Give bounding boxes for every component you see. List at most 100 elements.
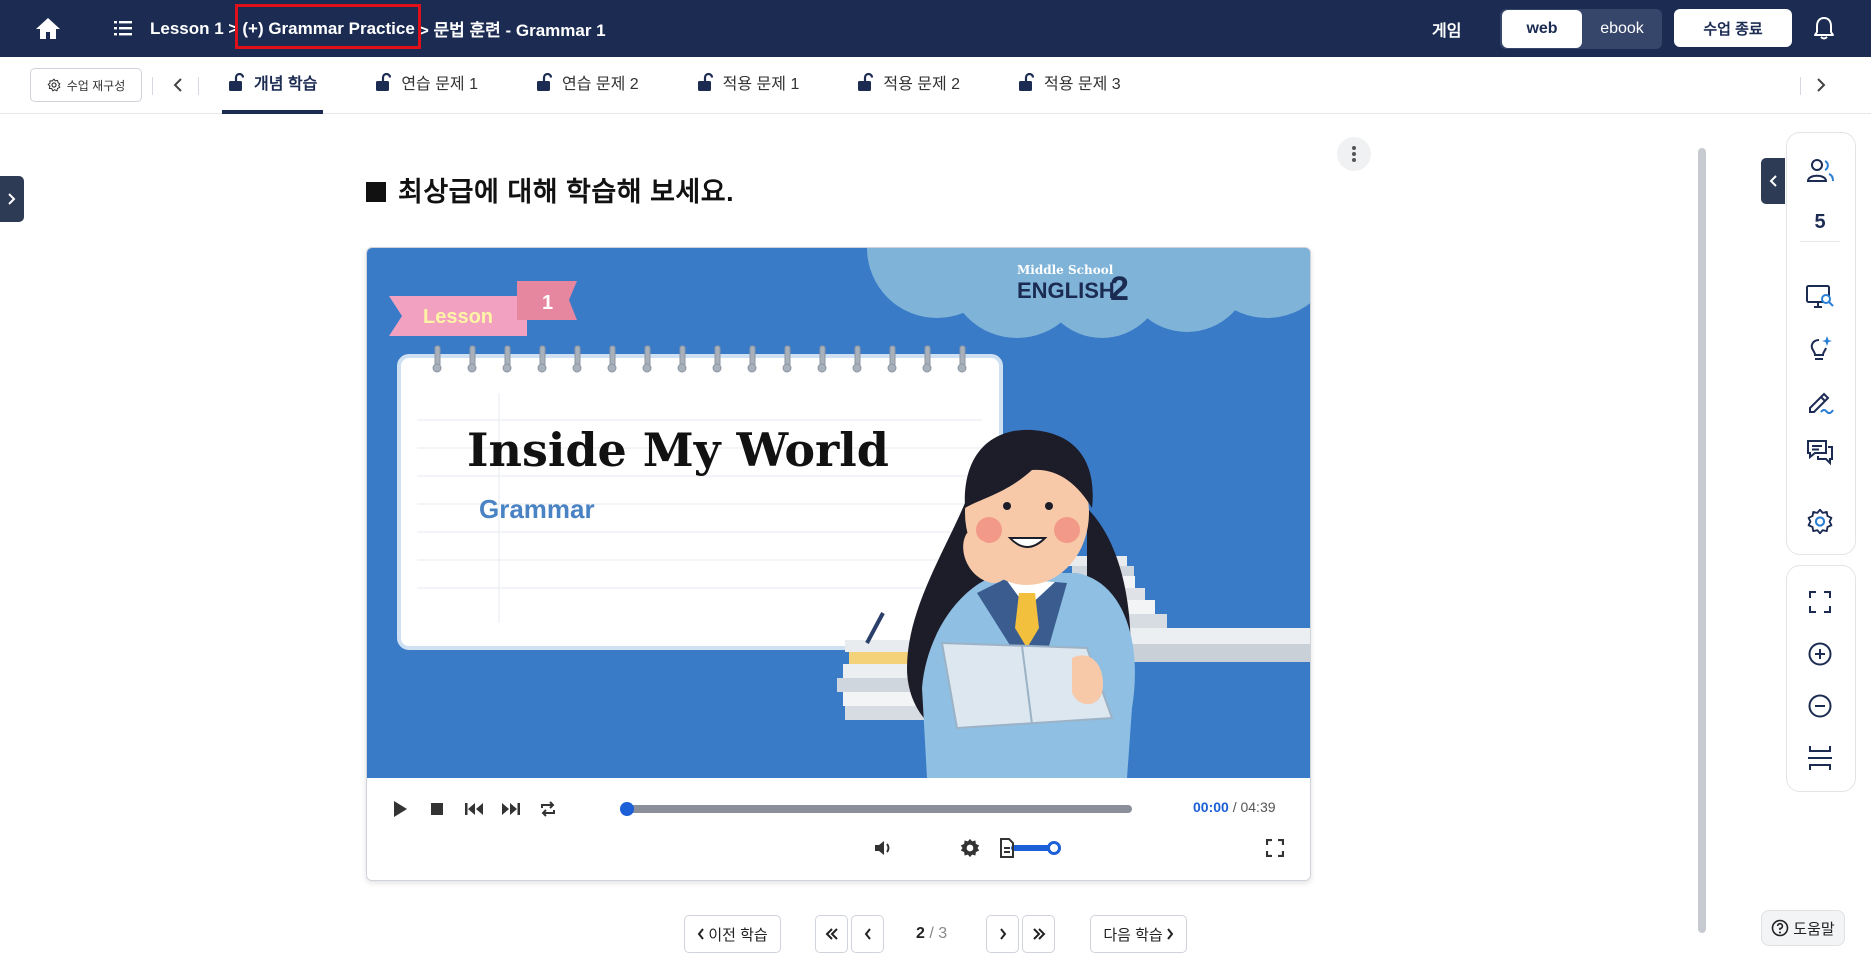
divider — [1800, 77, 1801, 95]
divider — [1800, 241, 1840, 242]
volume-knob[interactable] — [1047, 841, 1061, 855]
tab-label: 적용 문제 1 — [722, 75, 800, 93]
current-page: 2 — [916, 925, 925, 942]
breadcrumb-current: > 문법 훈련 - Grammar 1 — [418, 21, 606, 40]
stop-icon[interactable] — [424, 796, 450, 822]
time-separator: / — [1232, 799, 1237, 815]
help-button[interactable]: 도움말 — [1761, 910, 1845, 946]
brand-small-text: Middle School — [1017, 263, 1114, 277]
next-lesson-label: 다음 학습 — [1103, 926, 1163, 944]
tab-application-3[interactable]: 적용 문제 3 — [1012, 57, 1127, 114]
square-bullet-icon — [366, 182, 386, 202]
top-bar: Lesson 1 > (+) Grammar Practice > 문법 훈련 … — [0, 0, 1871, 57]
volume-icon[interactable] — [870, 835, 896, 861]
tabs-next-arrow[interactable] — [1807, 71, 1835, 99]
screen-monitor-icon[interactable] — [1802, 279, 1838, 315]
left-drawer-toggle[interactable] — [0, 176, 24, 222]
breadcrumb-lesson[interactable]: Lesson 1 > — [150, 19, 238, 39]
tab-concept[interactable]: 개념 학습 — [222, 57, 324, 114]
tab-practice-1[interactable]: 연습 문제 1 — [369, 57, 484, 114]
unlock-icon — [1019, 72, 1035, 91]
player-controls: 00:00 / 04:39 — [367, 778, 1310, 880]
zoom-in-icon[interactable] — [1802, 636, 1838, 672]
double-chevron-left-icon — [825, 928, 838, 940]
lesson-number-text: 1 — [542, 292, 553, 314]
progress-track[interactable] — [627, 805, 1132, 813]
fullscreen-icon[interactable] — [1262, 835, 1288, 861]
skip-forward-icon[interactable] — [498, 796, 524, 822]
view-web-button[interactable]: web — [1502, 10, 1582, 48]
prev-lesson-label: 이전 학습 — [708, 926, 768, 944]
pen-icon[interactable] — [1802, 383, 1838, 419]
reconfigure-class-button[interactable]: 수업 재구성 — [30, 68, 142, 102]
transcript-icon[interactable] — [994, 835, 1020, 861]
unlock-icon — [229, 72, 244, 91]
vertical-scrollbar[interactable] — [1698, 148, 1706, 933]
divider — [152, 77, 153, 95]
zoom-out-icon[interactable] — [1802, 688, 1838, 724]
current-time: 00:00 — [1193, 799, 1229, 815]
breadcrumb-grammar-practice[interactable]: (+) Grammar Practice — [242, 19, 414, 39]
tab-label: 적용 문제 2 — [883, 75, 961, 93]
chevron-right-icon — [8, 193, 16, 205]
prev-page-button[interactable] — [851, 915, 884, 953]
view-ebook-button[interactable]: ebook — [1584, 10, 1660, 48]
reconfigure-label: 수업 재구성 — [66, 78, 126, 93]
instruction-heading: 최상급에 대해 학습해 보세요. — [366, 170, 734, 209]
first-page-button[interactable] — [815, 915, 848, 953]
tabs-prev-arrow[interactable] — [164, 71, 192, 99]
lesson-ribbon-text: Lesson — [423, 306, 493, 328]
brand-grade-text: 2 — [1110, 270, 1129, 308]
skip-back-icon[interactable] — [461, 796, 487, 822]
unlock-icon — [697, 72, 713, 91]
home-icon[interactable] — [30, 11, 66, 45]
unlock-icon — [376, 72, 392, 91]
tab-application-1[interactable]: 적용 문제 1 — [691, 57, 806, 114]
play-icon[interactable] — [387, 796, 413, 822]
tab-list: 개념 학습 연습 문제 1 연습 문제 2 적용 문제 1 적용 문제 2 적용… — [222, 57, 1173, 114]
progress-knob[interactable] — [620, 802, 634, 816]
tab-label: 연습 문제 2 — [562, 75, 639, 93]
help-label: 도움말 — [1793, 920, 1835, 938]
repeat-icon[interactable] — [535, 796, 561, 822]
instruction-text: 최상급에 대해 학습해 보세요. — [398, 177, 735, 207]
chevron-right-icon — [1166, 928, 1173, 940]
tab-practice-2[interactable]: 연습 문제 2 — [530, 57, 645, 114]
right-drawer-toggle[interactable] — [1761, 158, 1785, 204]
total-time: 04:39 — [1240, 799, 1276, 815]
total-pages: / 3 — [929, 925, 948, 942]
divider — [198, 77, 199, 95]
participants-icon[interactable] — [1802, 152, 1838, 188]
game-link[interactable]: 게임 — [1432, 17, 1461, 41]
prev-lesson-button[interactable]: 이전 학습 — [684, 915, 781, 953]
chevron-left-icon — [698, 928, 705, 940]
video-title-text: Inside My World — [467, 423, 889, 477]
settings-icon[interactable] — [957, 835, 983, 861]
ai-lightbulb-icon[interactable] — [1802, 331, 1838, 367]
next-lesson-button[interactable]: 다음 학습 — [1090, 915, 1187, 953]
tab-label: 개념 학습 — [254, 75, 318, 93]
question-icon — [1771, 919, 1789, 937]
tab-bar: 수업 재구성 개념 학습 연습 문제 1 연습 문제 2 적용 문제 1 적용 … — [0, 57, 1871, 114]
last-page-button[interactable] — [1022, 915, 1055, 953]
gear-icon — [47, 78, 61, 92]
kebab-icon — [1352, 146, 1356, 162]
chat-icon[interactable] — [1802, 434, 1838, 470]
end-class-button[interactable]: 수업 종료 — [1674, 9, 1792, 47]
video-player: Middle School ENGLISH 2 Lesson 1 Inside … — [366, 247, 1311, 881]
breadcrumb: Lesson 1 > (+) Grammar Practice > 문법 훈련 … — [150, 0, 610, 57]
bell-icon[interactable] — [1810, 14, 1838, 42]
video-frame[interactable]: Middle School ENGLISH 2 Lesson 1 Inside … — [367, 248, 1311, 778]
fit-height-icon[interactable] — [1802, 740, 1838, 776]
tab-label: 적용 문제 3 — [1044, 75, 1121, 93]
double-chevron-right-icon — [1032, 928, 1045, 940]
next-page-button[interactable] — [986, 915, 1019, 953]
more-options-button[interactable] — [1337, 137, 1371, 171]
settings-icon[interactable] — [1802, 504, 1838, 540]
page-indicator: 2 / 3 — [916, 925, 947, 943]
participant-count: 5 — [1814, 211, 1826, 233]
chevron-left-icon — [1769, 175, 1777, 187]
list-menu-icon[interactable] — [112, 17, 134, 39]
fullscreen-icon[interactable] — [1802, 584, 1838, 620]
tab-application-2[interactable]: 적용 문제 2 — [851, 57, 966, 114]
